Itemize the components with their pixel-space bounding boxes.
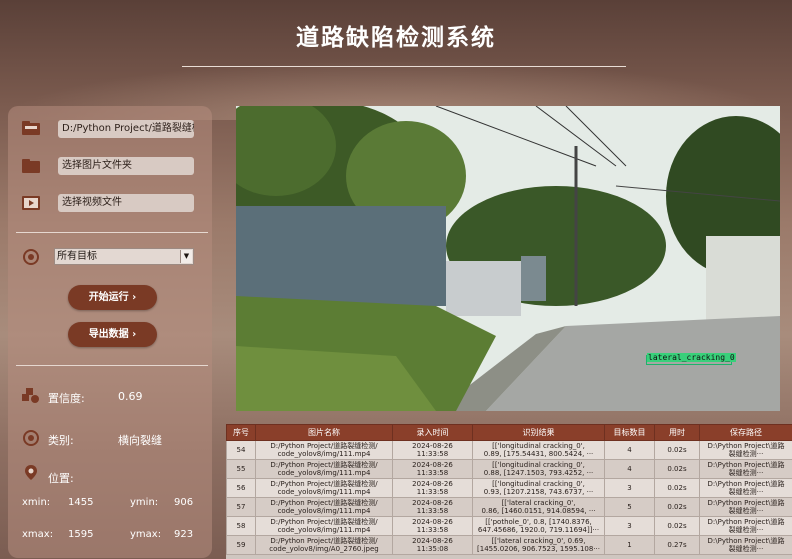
xmin-value: 1455 [68, 497, 94, 508]
cell-image-name: D:/Python Project/道路裂缝检测/code_yolov8/img… [255, 516, 393, 536]
cell-index: 59 [226, 535, 256, 555]
cell-result: [['lateral cracking_0', 0.69, [1455.0206,… [472, 535, 605, 555]
table-row[interactable]: 57 D:/Python Project/道路裂缝检测/code_yolov8/… [226, 497, 792, 517]
cell-save-path: D:\Python Project\道路 裂缝检测··· [699, 516, 792, 536]
table-row[interactable]: 58 D:/Python Project/道路裂缝检测/code_yolov8/… [226, 516, 792, 536]
xmin-label: xmin: [22, 497, 51, 508]
image-folder-field[interactable]: 选择图片文件夹 [58, 157, 194, 175]
cell-count: 5 [604, 497, 655, 517]
detection-image-view[interactable]: lateral_cracking_0 [236, 106, 780, 411]
divider [16, 232, 208, 233]
table-row[interactable]: 55 D:/Python Project/道路裂缝检测/code_yolov8/… [226, 459, 792, 479]
cell-duration: 0.02s [654, 459, 700, 479]
target-select-value: 所有目标 [57, 251, 97, 262]
ymin-label: ymin: [130, 497, 159, 508]
road-scene-image [236, 106, 780, 411]
col-header-duration[interactable]: 用时 [654, 424, 700, 441]
cell-duration: 0.02s [654, 497, 700, 517]
col-header-count[interactable]: 目标数目 [604, 424, 655, 441]
weights-folder-icon[interactable] [22, 120, 40, 135]
xmax-value: 1595 [68, 529, 94, 540]
col-header-image-name[interactable]: 图片名称 [255, 424, 393, 441]
cell-image-name: D:/Python Project/道路裂缝检测/code_yolov8/img… [255, 459, 393, 479]
class-label: 类别: [48, 434, 74, 447]
cell-count: 3 [604, 478, 655, 498]
app-title: 道路缺陷检测系统 [296, 25, 496, 51]
divider [16, 365, 208, 366]
table-row[interactable]: 59 D:/Python Project/道路裂缝检测/code_yolov8/… [226, 535, 792, 555]
col-header-result[interactable]: 识别结果 [472, 424, 605, 441]
location-icon [22, 464, 40, 480]
cell-count: 3 [604, 516, 655, 536]
weights-path-field[interactable]: D:/Python Project/道路裂缝检 [58, 120, 194, 138]
confidence-label: 置信度: [48, 392, 85, 405]
cell-index: 54 [226, 440, 256, 460]
xmax-label: xmax: [22, 529, 54, 540]
cell-save-path: D:\Python Project\道路 裂缝检测··· [699, 535, 792, 555]
cell-time: 2024-08-26 11:33:58 [392, 459, 473, 479]
video-file-field[interactable]: 选择视频文件 [58, 194, 194, 212]
results-table[interactable]: 序号 图片名称 录入时间 识别结果 目标数目 用时 保存路径 54 D:/Pyt… [226, 424, 792, 559]
control-panel: D:/Python Project/道路裂缝检 选择图片文件夹 选择视频文件 所… [8, 106, 212, 558]
table-header-row: 序号 图片名称 录入时间 识别结果 目标数目 用时 保存路径 [226, 424, 792, 441]
cell-time: 2024-08-26 11:33:58 [392, 478, 473, 498]
cell-result: [['pothole_0', 0.8, [1740.8376, 647.45686… [472, 516, 605, 536]
export-button[interactable]: 导出数据 › [68, 322, 157, 347]
cell-count: 1 [604, 535, 655, 555]
cell-duration: 0.02s [654, 516, 700, 536]
cell-time: 2024-08-26 11:33:58 [392, 497, 473, 517]
cell-save-path: D:\Python Project\道路 裂缝检测··· [699, 440, 792, 460]
cell-index: 55 [226, 459, 256, 479]
cell-count: 4 [604, 459, 655, 479]
cell-save-path: D:\Python Project\道路 裂缝检测··· [699, 478, 792, 498]
cell-duration: 0.02s [654, 478, 700, 498]
col-header-time[interactable]: 录入时间 [392, 424, 473, 441]
cell-index: 58 [226, 516, 256, 536]
cell-duration: 0.02s [654, 440, 700, 460]
video-file-icon[interactable] [22, 195, 40, 210]
run-button[interactable]: 开始运行 › [68, 285, 157, 310]
col-header-index[interactable]: 序号 [226, 424, 256, 441]
position-label: 位置: [48, 472, 74, 485]
target-icon [22, 249, 40, 265]
class-icon [22, 430, 40, 446]
confidence-value: 0.69 [118, 390, 143, 403]
cell-index: 57 [226, 497, 256, 517]
cell-time: 2024-08-26 11:33:58 [392, 516, 473, 536]
ymax-label: ymax: [130, 529, 162, 540]
cell-image-name: D:/Python Project/道路裂缝检测/code_yolov8/img… [255, 440, 393, 460]
table-row[interactable]: 56 D:/Python Project/道路裂缝检测/code_yolov8/… [226, 478, 792, 498]
ymin-value: 906 [174, 497, 194, 508]
class-value: 横向裂缝 [118, 434, 162, 447]
cell-save-path: D:\Python Project\道路 裂缝检测··· [699, 497, 792, 517]
cell-image-name: D:/Python Project/道路裂缝检测/code_yolov8/img… [255, 535, 393, 555]
cell-result: [['longitudinal cracking_0', 0.89, [175.5… [472, 440, 605, 460]
cell-result: [['longitudinal cracking_0', 0.88, [1247.… [472, 459, 605, 479]
cell-save-path: D:\Python Project\道路 裂缝检测··· [699, 459, 792, 479]
col-header-save-path[interactable]: 保存路径 [699, 424, 792, 441]
target-select[interactable]: 所有目标 ▼ [54, 248, 194, 265]
cell-duration: 0.27s [654, 535, 700, 555]
cell-time: 2024-08-26 11:33:58 [392, 440, 473, 460]
title-underline [182, 66, 626, 67]
cell-time: 2024-08-26 11:35:08 [392, 535, 473, 555]
chevron-down-icon[interactable]: ▼ [180, 250, 192, 263]
cell-index: 56 [226, 478, 256, 498]
image-folder-icon[interactable] [22, 158, 40, 173]
cell-image-name: D:/Python Project/道路裂缝检测/code_yolov8/img… [255, 478, 393, 498]
cell-image-name: D:/Python Project/道路裂缝检测/code_yolov8/img… [255, 497, 393, 517]
confidence-icon [22, 388, 40, 403]
cell-result: [['longitudinal cracking_0', 0.93, [1207.… [472, 478, 605, 498]
table-row[interactable]: 54 D:/Python Project/道路裂缝检测/code_yolov8/… [226, 440, 792, 460]
detection-label: lateral_cracking_0 [647, 353, 736, 362]
cell-count: 4 [604, 440, 655, 460]
cell-result: [['lateral cracking_0', 0.86, [1460.0151,… [472, 497, 605, 517]
ymax-value: 923 [174, 529, 194, 540]
